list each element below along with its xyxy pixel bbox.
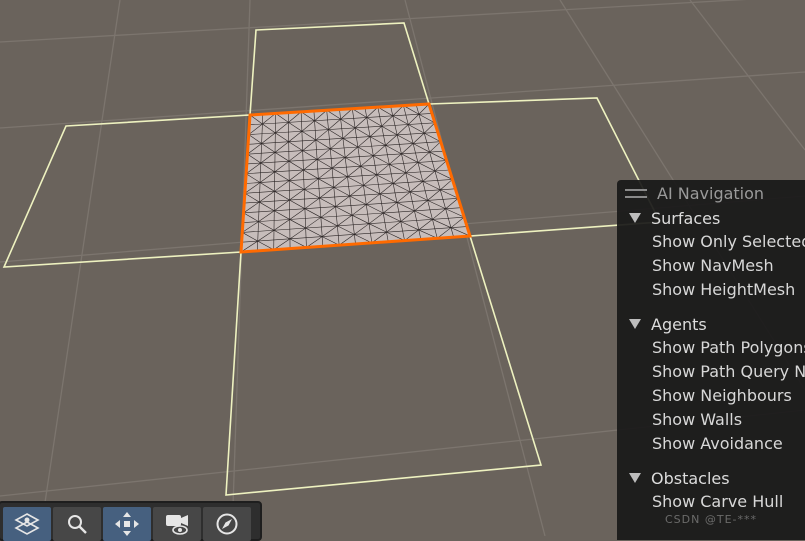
section-surfaces[interactable]: Surfaces — [617, 206, 805, 230]
scene-overlay-toolbar — [0, 501, 262, 541]
tile-north — [249, 22, 431, 116]
tile-south — [225, 235, 543, 496]
selected-navmesh-tile[interactable] — [239, 102, 472, 254]
toggle-show-only-selected[interactable]: Show Only Selected — [617, 230, 805, 254]
section-title: Surfaces — [651, 208, 721, 228]
panel-title: AI Navigation — [657, 183, 765, 203]
compass-icon — [216, 513, 238, 535]
toggle-show-heightmesh[interactable]: Show HeightMesh — [617, 278, 805, 302]
toggle-show-neighbours[interactable]: Show Neighbours — [617, 384, 805, 408]
collapse-triangle-icon[interactable] — [629, 319, 641, 329]
toggle-show-path-polygons[interactable]: Show Path Polygons — [617, 336, 805, 360]
panel-header[interactable]: AI Navigation — [617, 180, 805, 206]
section-agents[interactable]: Agents — [617, 312, 805, 336]
move-icon — [115, 512, 139, 536]
toggle-show-avoidance[interactable]: Show Avoidance — [617, 432, 805, 456]
toggle-show-carve-hull[interactable]: Show Carve Hull — [617, 490, 805, 514]
section-title: Obstacles — [651, 468, 730, 488]
ai-navigation-panel: AI Navigation Surfaces Show Only Selecte… — [617, 180, 805, 540]
collapse-triangle-icon[interactable] — [629, 213, 641, 223]
camera-visibility-icon — [166, 515, 188, 535]
toggle-show-navmesh[interactable]: Show NavMesh — [617, 254, 805, 278]
drag-handle-icon[interactable] — [625, 188, 647, 198]
toggle-show-walls[interactable]: Show Walls — [617, 408, 805, 432]
watermark: CSDN @TE-*** — [665, 513, 757, 526]
section-obstacles[interactable]: Obstacles — [617, 466, 805, 490]
section-title: Agents — [651, 314, 707, 334]
navmesh-icon — [14, 513, 40, 535]
toggle-show-path-query-nodes[interactable]: Show Path Query Nodes — [617, 360, 805, 384]
collapse-triangle-icon[interactable] — [629, 473, 641, 483]
navmesh-tile-outlines — [2, 22, 662, 496]
search-icon — [68, 515, 87, 534]
